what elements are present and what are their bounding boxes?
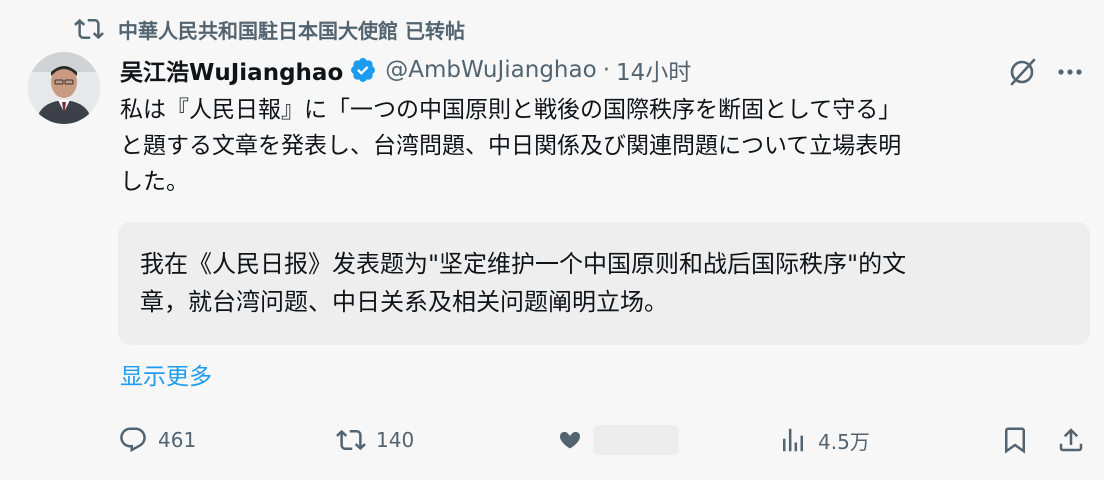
verified-badge-icon <box>351 58 376 82</box>
retweet-icon <box>74 18 104 40</box>
share-icon <box>1059 428 1083 452</box>
action-bar: 461 140 4.5万 <box>0 420 1104 460</box>
retweeted-by-bar[interactable]: 中華人民共和国駐日本国大使館 已转帖 <box>74 14 465 44</box>
post-time[interactable]: 14小时 <box>616 53 691 87</box>
like-icon <box>560 431 580 449</box>
views-button[interactable]: 4.5万 <box>778 420 870 460</box>
retweeted-by-label: 中華人民共和国駐日本国大使館 已转帖 <box>118 18 465 43</box>
grok-icon[interactable] <box>1004 56 1040 88</box>
more-icon[interactable] <box>1054 56 1086 88</box>
reply-count: 461 <box>158 428 197 452</box>
reply-icon <box>120 427 146 453</box>
share-button[interactable] <box>1056 420 1086 460</box>
author-name[interactable]: 吴江浩WuJianghao <box>120 53 343 87</box>
separator-dot: · <box>602 57 610 83</box>
avatar-portrait <box>28 52 100 124</box>
bookmark-icon <box>1005 427 1025 454</box>
show-more-link[interactable]: 显示更多 <box>120 360 212 394</box>
views-icon <box>783 428 803 452</box>
tweet-text: 私は『人民日報』に「一つの中国原則と戦後の国際秩序を断固として守る」 と題する文… <box>120 97 902 195</box>
retweet-button[interactable]: 140 <box>336 420 414 460</box>
tweet-header: 吴江浩WuJianghao @AmbWuJianghao · 14小时 <box>120 52 691 88</box>
avatar[interactable] <box>28 52 100 124</box>
like-button[interactable] <box>555 420 679 460</box>
retweet-count: 140 <box>376 428 415 452</box>
bookmark-button[interactable] <box>1000 420 1030 460</box>
like-count-obscured <box>593 425 679 455</box>
views-count: 4.5万 <box>818 429 870 454</box>
retweet-action-icon <box>336 429 366 451</box>
author-handle[interactable]: @AmbWuJianghao <box>385 57 596 83</box>
reply-button[interactable]: 461 <box>118 420 196 460</box>
translation-box: 我在《人民日报》发表题为"坚定维护一个中国原则和战后国际秩序"的文 章，就台湾问… <box>118 222 1090 345</box>
